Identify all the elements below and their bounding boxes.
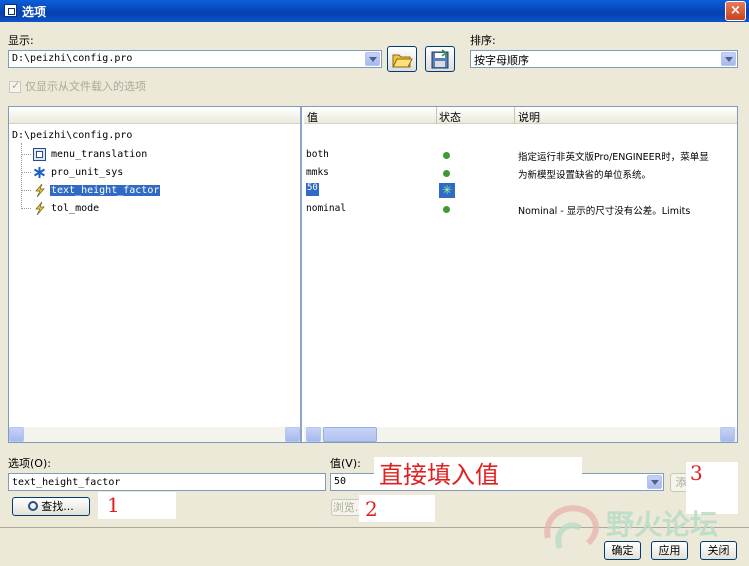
- tree-header: [9, 107, 300, 124]
- asterisk-icon: [33, 167, 46, 178]
- options-values-pane: 值 状态 说明 both 指定运行非英文版Pro/ENGINEER时，菜单显 m…: [304, 107, 737, 442]
- show-loaded-only-checkbox[interactable]: 仅显示从文件载入的选项: [9, 78, 146, 94]
- status-dot-icon: [443, 206, 450, 213]
- annotation-1: 1: [107, 493, 120, 517]
- column-header-value[interactable]: 值: [307, 109, 318, 124]
- watermark-text: 野火论坛: [606, 508, 719, 541]
- options-tree-pane: D:\peizhi\config.pro menu_translation pr…: [9, 107, 302, 442]
- sort-select[interactable]: 按字母顺序: [470, 50, 738, 68]
- option-name-input[interactable]: [8, 473, 326, 491]
- tree-item-label: tol_mode: [51, 203, 100, 214]
- column-separator[interactable]: [514, 107, 515, 124]
- sort-label: 排序:: [470, 34, 496, 47]
- scroll-left-button[interactable]: [306, 427, 321, 442]
- open-folder-button[interactable]: [387, 46, 417, 72]
- chevron-down-icon[interactable]: [365, 52, 380, 66]
- display-file-select[interactable]: D:\peizhi\config.pro: [8, 50, 382, 68]
- row-value[interactable]: mmks: [306, 167, 329, 178]
- column-separator[interactable]: [436, 107, 437, 124]
- sort-value: 按字母顺序: [474, 54, 529, 67]
- title-bar: 选项 ×: [0, 0, 749, 22]
- save-icon: [431, 49, 449, 69]
- options-panel: D:\peizhi\config.pro menu_translation pr…: [8, 106, 738, 443]
- close-button[interactable]: 关闭: [700, 541, 737, 560]
- status-dot-icon: [443, 170, 450, 177]
- row-description: 指定运行非英文版Pro/ENGINEER时，菜单显: [518, 152, 709, 163]
- values-horizontal-scrollbar[interactable]: [304, 427, 737, 442]
- tree-item-label: text_height_factor: [50, 185, 161, 196]
- tree-root[interactable]: D:\peizhi\config.pro: [12, 130, 132, 141]
- close-window-button[interactable]: ×: [725, 1, 746, 21]
- checkbox-label: 仅显示从文件载入的选项: [25, 80, 146, 93]
- annotation-3: 3: [690, 461, 703, 485]
- scroll-left-button[interactable]: [9, 427, 24, 442]
- column-header-description[interactable]: 说明: [518, 109, 540, 124]
- value-input-text: 50: [334, 476, 347, 487]
- scroll-right-button[interactable]: [720, 427, 735, 442]
- annotation-2: 2: [365, 497, 378, 521]
- option-box-icon: [33, 148, 46, 161]
- ok-button[interactable]: 确定: [604, 541, 641, 560]
- save-config-button[interactable]: [425, 46, 455, 72]
- tree-connector: [21, 208, 31, 209]
- watermark-logo: [544, 505, 599, 550]
- lightning-icon: [35, 202, 45, 215]
- checkbox-box[interactable]: [9, 79, 21, 93]
- values-header: 值 状态 说明: [304, 107, 737, 124]
- chevron-down-icon[interactable]: [721, 52, 736, 66]
- display-label: 显示:: [8, 34, 34, 47]
- row-value-editing[interactable]: 50: [306, 183, 319, 196]
- tree-connector: [21, 154, 31, 155]
- apply-button[interactable]: 应用: [651, 541, 688, 560]
- row-value[interactable]: nominal: [306, 203, 346, 214]
- tree-connector: [21, 143, 22, 209]
- scroll-right-button[interactable]: [285, 427, 300, 442]
- option-field-label: 选项(O):: [8, 457, 51, 470]
- tree-item-label: pro_unit_sys: [51, 167, 124, 178]
- find-button-label: 查找...: [41, 500, 74, 513]
- tree-connector: [21, 190, 31, 191]
- display-file-value: D:\peizhi\config.pro: [12, 53, 133, 64]
- find-button[interactable]: 查找...: [12, 497, 90, 516]
- column-header-status[interactable]: 状态: [439, 109, 461, 124]
- tree-item-label: menu_translation: [51, 149, 148, 160]
- row-value[interactable]: both: [306, 149, 329, 160]
- status-dot-icon: [443, 152, 450, 159]
- row-description: Nominal - 显示的尺寸没有公差。Limits: [518, 206, 691, 217]
- window-title: 选项: [22, 5, 47, 19]
- value-field-label: 值(V):: [330, 457, 361, 470]
- search-icon: [28, 501, 39, 511]
- status-changed-icon: ✳: [439, 183, 455, 198]
- open-folder-icon: [392, 54, 413, 68]
- chevron-down-icon[interactable]: [647, 475, 662, 489]
- tree-horizontal-scrollbar[interactable]: [9, 427, 300, 442]
- scroll-thumb[interactable]: [323, 427, 377, 442]
- annotation-direct-input: 直接填入值: [379, 461, 499, 489]
- lightning-icon: [35, 184, 45, 197]
- row-description: 为新模型设置缺省的单位系统。: [518, 170, 652, 181]
- tree-connector: [21, 172, 31, 173]
- window-icon: [4, 4, 17, 17]
